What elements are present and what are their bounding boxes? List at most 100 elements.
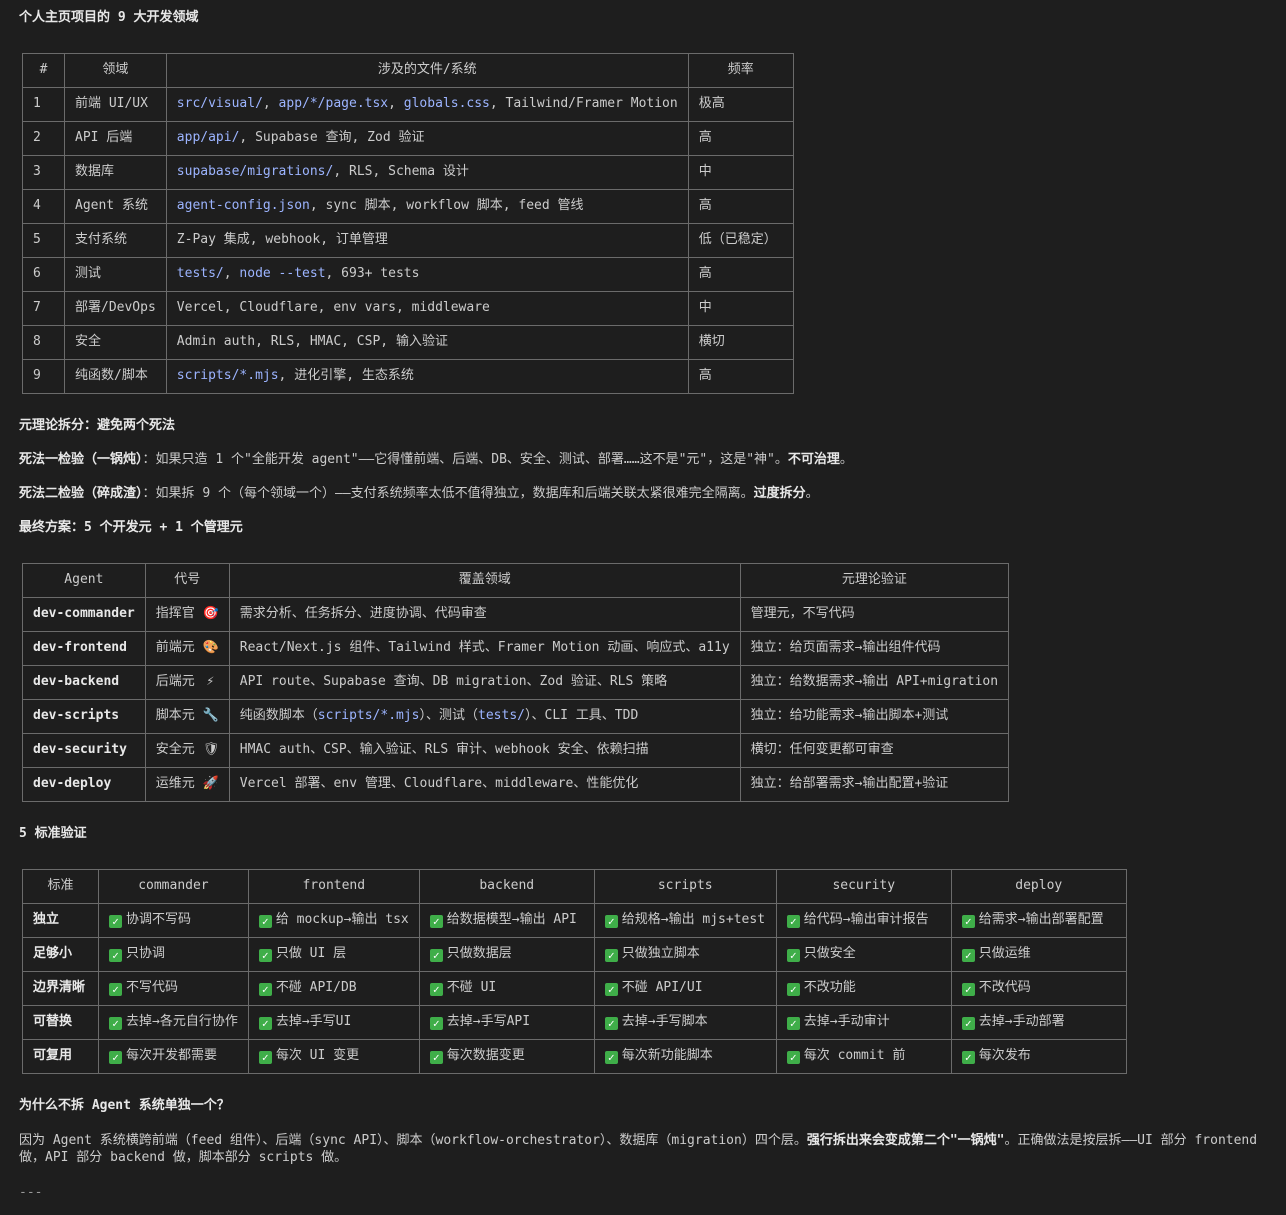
domain-frequency: 高 (687, 359, 794, 394)
criterion-name: 可复用 (22, 1039, 99, 1074)
criterion-text: 只做运维 (978, 946, 1031, 962)
section-title-split: 元理论拆分：避免两个死法 (19, 418, 176, 433)
criterion-text: 每次发布 (978, 1048, 1031, 1064)
agent-codename-text: 脚本元 (155, 708, 195, 724)
agent-id: dev-frontend (22, 631, 146, 666)
domain-files: Vercel, Cloudflare, env vars, middleware (165, 291, 689, 326)
criterion-name: 边界清晰 (22, 971, 99, 1006)
death-two-paragraph: 死法二检验（碎成渣）：如果拆 9 个（每个领域一个）——支付系统频率太低不值得独… (19, 486, 819, 503)
check-icon: ✓ (109, 915, 122, 929)
check-icon: ✓ (604, 1017, 618, 1031)
domain-name: 前端 UI/UX (64, 87, 167, 122)
check-icon: ✓ (786, 915, 800, 929)
check-icon: ✓ (604, 1051, 618, 1065)
agent-verification: 横切：任何变更都可审查 (739, 733, 1010, 768)
table-row: dev-backend 后端元 ⚡ API route、Supabase 查询、DB … (22, 665, 1010, 700)
criterion-text: 每次 commit 前 (803, 1048, 906, 1064)
death-one-strong: 不可治理 (787, 452, 840, 467)
table-row: 7 部署/DevOps Vercel, Cloudflare, env vars, … (22, 291, 794, 326)
check-icon: ✓ (258, 983, 272, 997)
criterion-text: 给 mockup→输出 tsx (275, 912, 409, 928)
criterion-text: 只做安全 (803, 946, 856, 962)
agent-id: dev-commander (22, 597, 146, 632)
criterion-cell: ✓ 每次 UI 变更 (247, 1039, 420, 1074)
criterion-text: 去掉→手动部署 (978, 1014, 1065, 1030)
domain-frequency: 高 (687, 121, 794, 156)
criterion-cell: ✓ 去掉→手动审计 (775, 1005, 952, 1040)
check-icon: ✓ (961, 949, 975, 963)
check-icon: ✓ (786, 983, 800, 997)
criterion-cell: ✓ 去掉→手写API (418, 1005, 595, 1040)
check-icon: ✓ (258, 1051, 272, 1065)
death-two-end: 。 (805, 486, 819, 501)
column-header: commander (98, 869, 249, 904)
column-header: backend (418, 869, 595, 904)
criterion-cell: ✓ 不改功能 (775, 971, 952, 1006)
criterion-text: 去掉→手写API (446, 1014, 531, 1030)
domain-name: API 后端 (64, 121, 167, 156)
column-header: deploy (950, 869, 1127, 904)
check-icon: ✓ (258, 1017, 272, 1031)
criterion-cell: ✓ 每次新功能脚本 (593, 1039, 777, 1074)
column-header: scripts (593, 869, 777, 904)
file-path: tests/ (478, 708, 525, 724)
table-row: 边界清晰 ✓ 不写代码 ✓ 不碰 API/DB ✓ 不碰 UI ✓ 不碰 API/UI ✓ 不改功能… (22, 971, 1127, 1006)
agent-verification: 独立：给部署需求→输出配置+验证 (739, 767, 1010, 802)
row-number: 1 (22, 87, 65, 122)
table-row: 3 数据库 supabase/migrations/, RLS, Schema 设计… (22, 155, 794, 190)
table-row: 独立 ✓ 协调不写码 ✓ 给 mockup→输出 tsx ✓ 给数据模型→输出 API ✓ 给规… (22, 903, 1127, 938)
agent-id: dev-scripts (22, 699, 146, 734)
column-header: 领域 (64, 53, 167, 88)
domain-files: app/api/, Supabase 查询, Zod 验证 (165, 121, 689, 156)
criterion-text: 去掉→手动审计 (803, 1014, 890, 1030)
section-title-why: 为什么不拆 Agent 系统单独一个？ (19, 1098, 230, 1113)
table-row: 8 安全 Admin auth, RLS, HMAC, CSP, 输入验证 横切 (22, 325, 794, 360)
column-header: 涉及的文件/系统 (165, 53, 689, 88)
criterion-text: 协调不写码 (126, 912, 192, 928)
column-header: 频率 (687, 53, 794, 88)
domain-files: scripts/*.mjs, 进化引擎, 生态系统 (165, 359, 689, 394)
file-path: src/visual/ (176, 96, 263, 112)
criterion-cell: ✓ 协调不写码 (98, 903, 249, 938)
criterion-cell: ✓ 去掉→手动部署 (950, 1005, 1127, 1040)
domain-name: Agent 系统 (64, 189, 167, 224)
table-row: 6 测试 tests/, node --test, 693+ tests 高 (22, 257, 794, 292)
check-icon: ✓ (429, 915, 443, 929)
criteria-table: 标准 commander frontend backend scripts securit… (22, 869, 1127, 1074)
criterion-text: 每次开发都需要 (126, 1048, 218, 1064)
death-two-strong: 过度拆分 (753, 486, 806, 501)
agent-verification: 管理元，不写代码 (739, 597, 1010, 632)
column-header: 元理论验证 (739, 563, 1010, 598)
check-icon: ✓ (961, 1017, 975, 1031)
criterion-name: 独立 (22, 903, 99, 938)
column-header: Agent (22, 563, 146, 598)
domain-files: supabase/migrations/, RLS, Schema 设计 (165, 155, 689, 190)
domain-frequency: 中 (687, 291, 794, 326)
domain-files: agent-config.json, sync 脚本, workflow 脚本,… (165, 189, 689, 224)
criterion-cell: ✓ 给需求→输出部署配置 (950, 903, 1127, 938)
agent-codename: 安全元 🛡 (144, 733, 230, 768)
death-one-paragraph: 死法一检验（一锅炖）：如果只造 1 个"全能开发 agent"——它得懂前端、后… (19, 452, 853, 469)
check-icon: ✓ (604, 915, 618, 929)
check-icon: ✓ (109, 1017, 122, 1031)
section-title-criteria: 5 标准验证 (19, 826, 87, 841)
criterion-text: 每次新功能脚本 (621, 1048, 713, 1064)
agent-scope: 需求分析、任务拆分、进度协调、代码审查 (228, 597, 741, 632)
agent-emoji-icon: 🛡 (202, 742, 220, 758)
agent-emoji-icon: 🎯 (202, 606, 219, 622)
column-header: 标准 (22, 869, 99, 904)
row-number: 5 (22, 223, 65, 258)
agent-id: dev-backend (22, 665, 146, 700)
domain-files: Z-Pay 集成, webhook, 订单管理 (165, 223, 689, 258)
table-row: 足够小 ✓ 只协调 ✓ 只做 UI 层 ✓ 只做数据层 ✓ 只做独立脚本 ✓ 只做安全 ✓ 只做运维 (22, 937, 1127, 972)
file-path: node --test (239, 266, 326, 282)
death-one-label: 死法一检验（一锅炖） (19, 452, 143, 467)
table-row: dev-frontend 前端元 🎨 React/Next.js 组件、Tailwin… (22, 631, 1010, 666)
criterion-cell: ✓ 给规格→输出 mjs+test (593, 903, 777, 938)
criterion-text: 给规格→输出 mjs+test (621, 912, 766, 928)
domain-name: 支付系统 (64, 223, 167, 258)
domains-table: # 领域 涉及的文件/系统 频率 1 前端 UI/UX src/visual/, app/… (22, 53, 794, 394)
check-icon: ✓ (604, 949, 618, 963)
check-icon: ✓ (961, 915, 975, 929)
domain-frequency: 横切 (687, 325, 794, 360)
